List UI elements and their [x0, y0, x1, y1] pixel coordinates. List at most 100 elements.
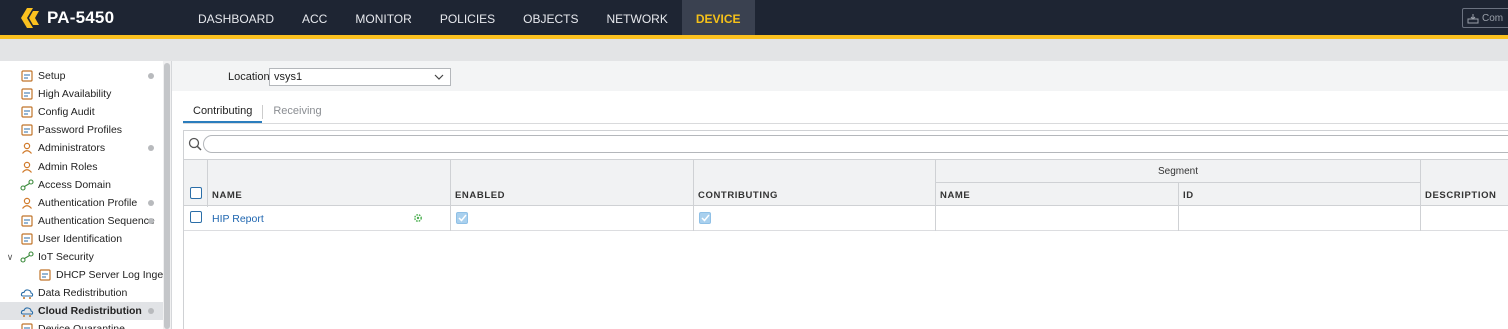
sidebar-item-label: User Identification	[38, 232, 123, 245]
expand-caret-icon[interactable]: ∨	[5, 252, 15, 263]
col-header-segment-id[interactable]: ID	[1183, 190, 1194, 201]
col-header-enabled[interactable]: ENABLED	[455, 190, 505, 201]
row-name-link[interactable]: HIP Report	[212, 213, 264, 225]
col-header-segment-name[interactable]: NAME	[940, 190, 970, 201]
nav-tab-monitor[interactable]: MONITOR	[341, 0, 425, 35]
sidebar-tree: Setup High Availability Config Audit Passwo…	[0, 61, 172, 329]
nav-tab-dashboard[interactable]: DASHBOARD	[184, 0, 288, 35]
sidebar-item-authentication-profile[interactable]: Authentication Profile	[0, 194, 163, 212]
sidebar-item-setup[interactable]: Setup	[0, 67, 163, 85]
chevron-down-icon	[434, 74, 444, 80]
grid-header: NAME ENABLED CONTRIBUTING Segment NAME I…	[184, 159, 1508, 207]
checkmark-icon	[457, 214, 467, 222]
search-row	[184, 131, 1508, 159]
sidebar-item-label: High Availability	[38, 88, 112, 101]
authentication-profile-icon	[20, 196, 34, 210]
sidebar-item-dhcp-server-log-ingest[interactable]: DHCP Server Log Ingest	[0, 266, 171, 284]
administrators-icon	[20, 141, 34, 155]
col-divider	[450, 160, 451, 207]
high-availability-icon	[20, 87, 34, 101]
search-icon[interactable]	[188, 137, 202, 151]
sidebar-item-user-identification[interactable]: User Identification	[0, 230, 163, 248]
commit-button[interactable]: Com	[1462, 8, 1508, 28]
sidebar-item-label: Config Audit	[38, 106, 95, 119]
status-dot	[148, 217, 154, 224]
sidebar-item-config-audit[interactable]: Config Audit	[0, 103, 163, 121]
commit-icon	[1467, 13, 1479, 23]
sidebar-item-admin-roles[interactable]: Admin Roles	[0, 158, 163, 176]
password-profiles-icon	[20, 123, 34, 137]
top-navigation-bar: PA-5450 DASHBOARD ACC MONITOR POLICIES O…	[0, 0, 1508, 35]
nav-tab-acc[interactable]: ACC	[288, 0, 341, 35]
group-divider	[936, 182, 1420, 183]
gear-icon	[414, 214, 422, 222]
enabled-checkbox	[456, 212, 468, 224]
tab-contributing[interactable]: Contributing	[183, 100, 263, 123]
sidebar-item-authentication-sequence[interactable]: Authentication Sequence	[0, 212, 163, 230]
col-divider	[935, 206, 936, 231]
col-group-segment: Segment	[1157, 166, 1199, 177]
location-bar: Location vsys1	[172, 61, 1508, 91]
cloud-redistribution-icon	[20, 304, 34, 318]
device-quarantine-icon	[20, 322, 34, 329]
sidebar-item-label: Cloud Redistribution	[38, 305, 142, 318]
nav-tab-device[interactable]: DEVICE	[681, 0, 755, 35]
sidebar-item-high-availability[interactable]: High Availability	[0, 85, 163, 103]
status-dot	[148, 145, 154, 152]
data-redistribution-icon	[20, 286, 34, 300]
subtabs: Contributing Receiving	[183, 100, 332, 123]
search-input[interactable]	[203, 135, 1508, 153]
app-logo: PA-5450	[19, 5, 114, 31]
table-row[interactable]: HIP Report	[184, 206, 1508, 231]
sidebar-item-label: Device Quarantine	[38, 323, 125, 329]
location-select[interactable]: vsys1	[269, 68, 451, 86]
sub-toolbar	[0, 39, 1508, 61]
nav-tab-policies[interactable]: POLICIES	[426, 0, 509, 35]
nav-tab-network[interactable]: NETWORK	[593, 0, 682, 35]
sidebar-item-data-redistribution[interactable]: Data Redistribution	[0, 284, 163, 302]
tab-divider	[183, 123, 1508, 124]
col-divider	[1420, 206, 1421, 231]
select-all-checkbox[interactable]	[190, 187, 202, 199]
col-divider	[693, 160, 694, 207]
col-divider	[207, 160, 208, 207]
location-label: Location	[228, 71, 270, 83]
sidebar-item-label: Data Redistribution	[38, 287, 128, 300]
col-header-name[interactable]: NAME	[212, 190, 242, 201]
nav-tab-objects[interactable]: OBJECTS	[509, 0, 592, 35]
sidebar-item-administrators[interactable]: Administrators	[0, 139, 163, 157]
sidebar-item-label: Authentication Profile	[38, 196, 138, 209]
sidebar-item-label: Authentication Sequence	[38, 214, 155, 227]
col-divider	[693, 206, 694, 231]
sidebar-item-cloud-redistribution[interactable]: Cloud Redistribution	[0, 302, 163, 321]
status-dot	[148, 199, 154, 206]
col-divider	[1420, 160, 1421, 207]
dhcp-log-icon	[38, 268, 52, 282]
tab-receiving[interactable]: Receiving	[263, 100, 331, 123]
access-domain-icon	[20, 178, 34, 192]
sidebar-item-password-profiles[interactable]: Password Profiles	[0, 121, 163, 139]
commit-label: Com	[1482, 12, 1504, 24]
checkmark-icon	[700, 214, 710, 222]
config-audit-icon	[20, 105, 34, 119]
sidebar-scrollbar-thumb[interactable]	[164, 63, 170, 329]
col-divider	[1178, 183, 1179, 207]
col-header-contributing[interactable]: CONTRIBUTING	[698, 190, 778, 201]
sidebar-item-access-domain[interactable]: Access Domain	[0, 176, 163, 194]
sidebar-item-label: Password Profiles	[38, 124, 123, 137]
location-value: vsys1	[274, 71, 303, 83]
status-dot	[148, 73, 154, 79]
sidebar-item-label: DHCP Server Log Ingest	[56, 269, 172, 282]
main-content: Location vsys1 Contributing Receiving NA…	[172, 61, 1508, 329]
col-header-description[interactable]: DESCRIPTION	[1425, 190, 1497, 201]
sidebar-item-iot-security[interactable]: ∨ IoT Security	[0, 248, 163, 266]
status-dot	[148, 308, 154, 315]
main-nav: DASHBOARD ACC MONITOR POLICIES OBJECTS N…	[184, 0, 755, 35]
row-checkbox[interactable]	[190, 211, 202, 223]
sidebar-item-label: Admin Roles	[38, 160, 98, 173]
iot-security-icon	[20, 250, 34, 264]
col-divider	[450, 206, 451, 231]
sidebar-item-device-quarantine[interactable]: Device Quarantine	[0, 320, 163, 329]
authentication-sequence-icon	[20, 214, 34, 228]
sidebar-item-label: Setup	[38, 70, 66, 82]
